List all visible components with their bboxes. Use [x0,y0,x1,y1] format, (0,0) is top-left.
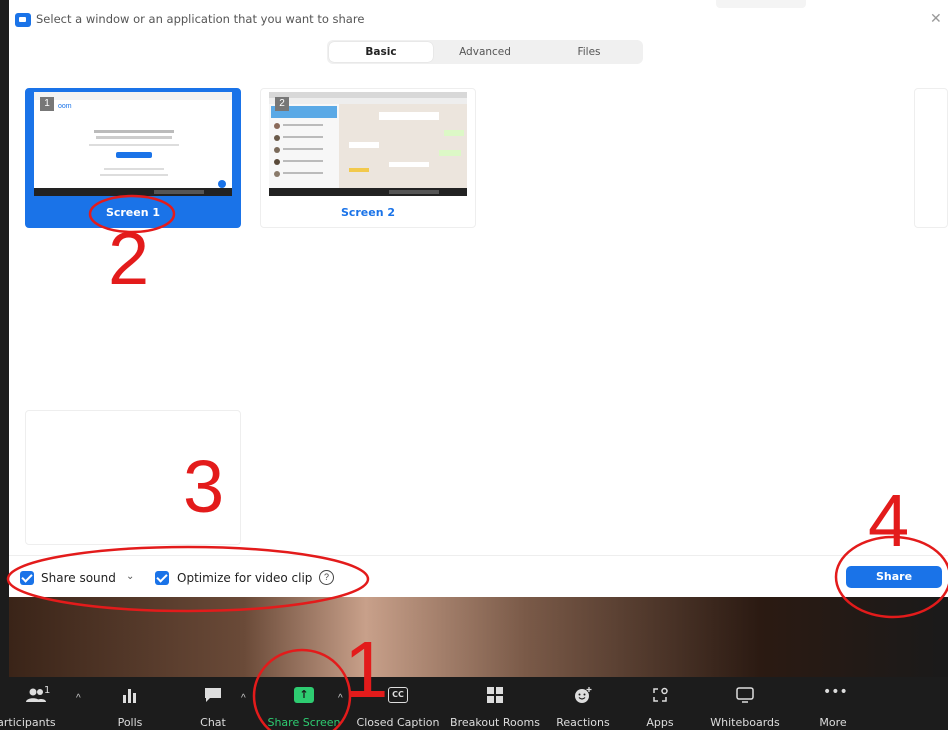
annotation-number-3: 3 [183,445,225,528]
annotation-ellipse-options [6,545,370,613]
annotation-number-4: 4 [868,479,910,562]
annotation-ellipse-sharescreen [252,648,352,730]
annotation-number-2: 2 [108,217,150,300]
annotation-layer [6,194,948,730]
annotation-number-1: 1 [344,625,389,714]
